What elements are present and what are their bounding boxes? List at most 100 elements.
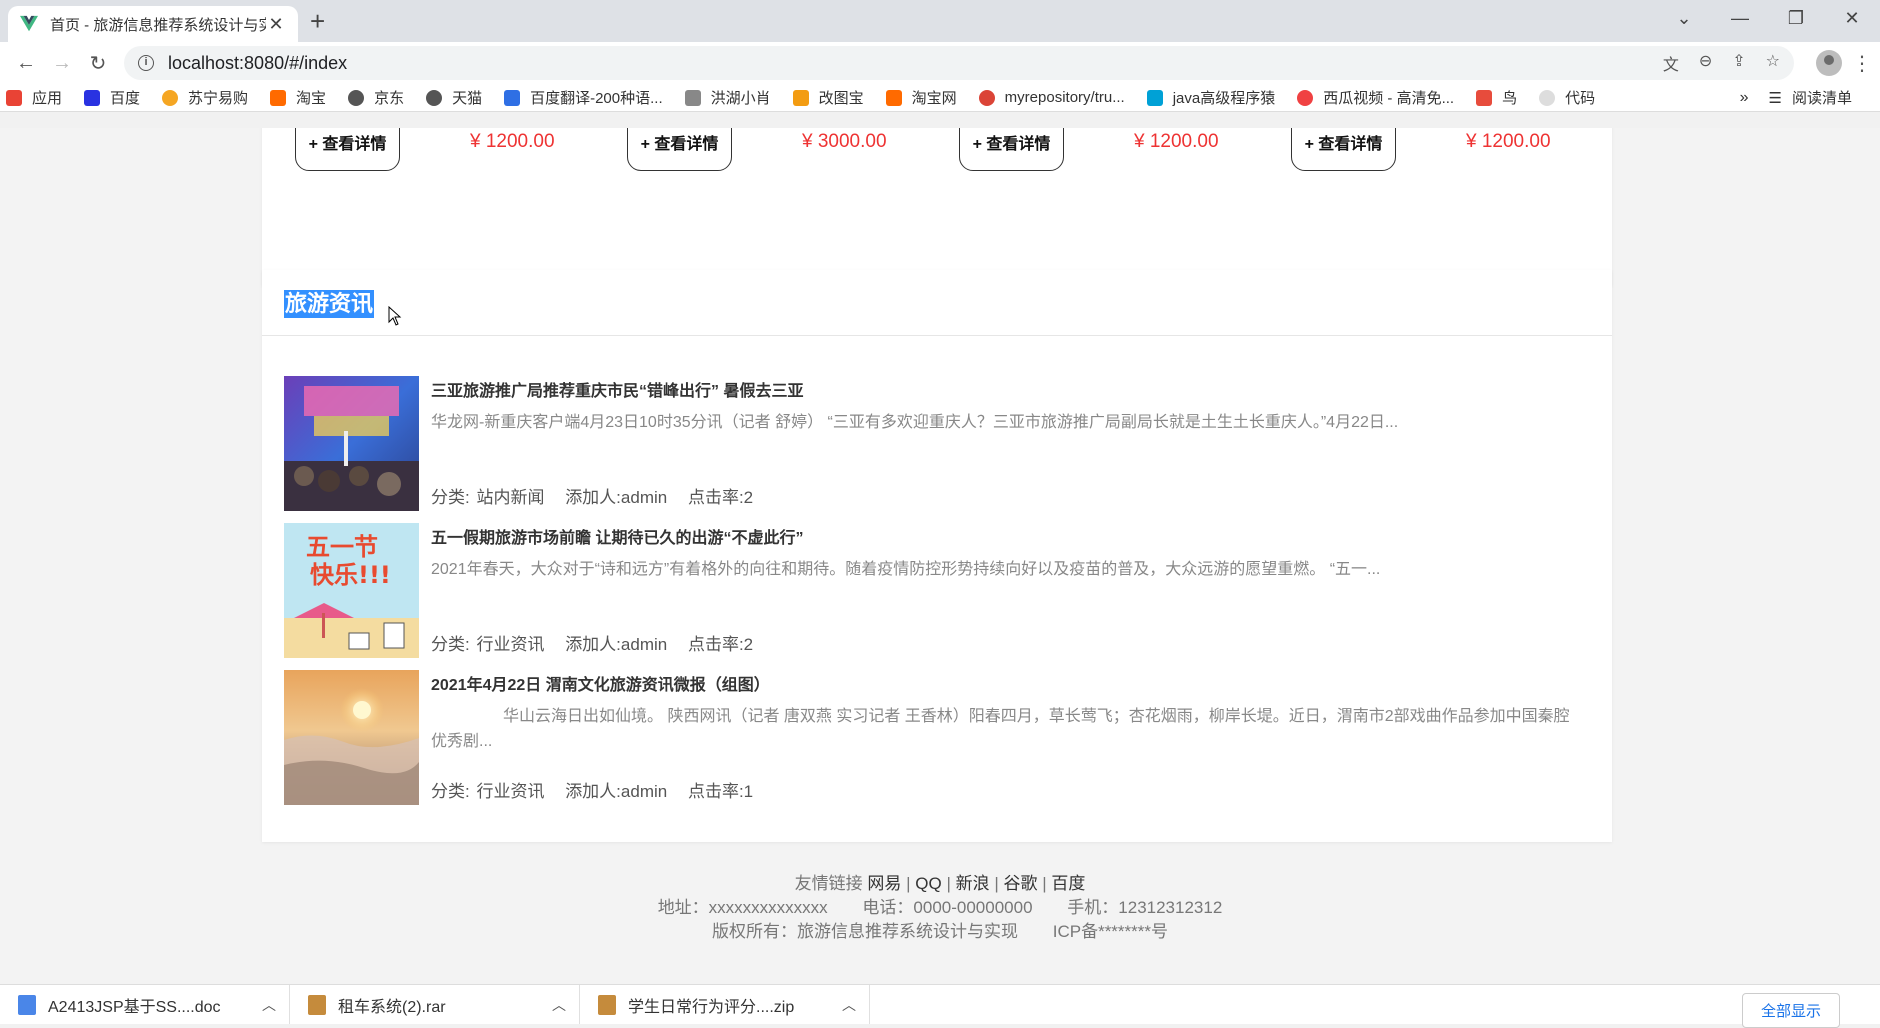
window-controls: ⌄ — ❐ ✕ [1656,0,1880,36]
view-details-button[interactable]: + 查看详情 [959,128,1064,171]
bookmarks-bar: 应用 百度 苏宁易购 淘宝 京东 天猫 百度翻译-200种语... 洪湖小肖 改… [0,84,1880,112]
bookmark-star-icon[interactable]: ☆ [1766,51,1780,75]
contact-info: 地址：xxxxxxxxxxxxxx 电话：0000-00000000 手机：12… [0,896,1880,920]
friend-links-label: 友情链接 [794,874,863,893]
restore-icon[interactable]: ❐ [1768,0,1824,36]
product-item: + 查看详情 ¥ 1200.00 [959,128,1291,171]
reload-icon[interactable]: ↻ [80,51,116,76]
bookmark-item[interactable]: 百度翻译-200种语... [504,87,663,108]
download-name: A2413JSP基于SS....doc [48,998,221,1016]
bookmark-item[interactable]: myrepository/tru... [978,89,1125,106]
back-icon[interactable]: ← [8,52,44,75]
bookmark-item[interactable]: 淘宝 [270,87,326,108]
product-item: + 查看详情 ¥ 1200.00 [295,128,627,171]
site-footer: 友情链接 网易 | QQ | 新浪 | 谷歌 | 百度 地址：xxxxxxxxx… [0,872,1880,944]
bird-icon [1476,89,1493,106]
archive-file-icon [598,994,616,1015]
view-details-button[interactable]: + 查看详情 [1291,128,1396,171]
news-item[interactable]: 五一节 快乐!!! 五一假期旅游市场前瞻 让期待已久的出游“不虚此行” 2021… [284,523,1594,659]
tab-close-icon[interactable]: ✕ [266,14,286,35]
product-item: + 查看详情 ¥ 3000.00 [627,128,959,171]
download-name: 租车系统(2).rar [338,998,446,1016]
bookmark-item[interactable]: 改图宝 [792,87,864,108]
baidu-icon [84,89,101,106]
forward-icon[interactable]: → [44,52,80,75]
profile-avatar[interactable] [1816,50,1842,76]
news-meta: 分类: 行业资讯 添加人:admin 点击率:1 [431,777,767,802]
news-thumbnail[interactable] [284,376,419,511]
download-item[interactable]: 租车系统(2).rar ︿ [290,985,580,1024]
bookmark-item[interactable]: 洪湖小肖 [684,87,771,108]
bookmark-item[interactable]: 天猫 [426,87,482,108]
mouse-cursor-icon [388,306,402,326]
url-input[interactable]: i localhost:8080/#/index 文 ⊖ ⇪ ☆ [124,46,1794,80]
bird-icon [684,89,701,106]
translate-icon[interactable]: 文 [1663,51,1679,75]
bookmark-item[interactable]: 苏宁易购 [162,87,248,108]
bookmark-item[interactable]: 淘宝网 [885,87,957,108]
vue-logo-icon [20,15,38,33]
download-item[interactable]: 学生日常行为评分....zip ︿ [580,985,870,1024]
bookmarks-more-icon[interactable]: » [1740,89,1749,107]
news-card: 旅游资讯 三亚旅游推广局推荐重庆市民“错峰出行” 暑假去三亚 华龙网-新重庆客户… [262,270,1612,842]
bookmark-item[interactable]: 代码 [1539,87,1595,108]
news-title[interactable]: 三亚旅游推广局推荐重庆市民“错峰出行” 暑假去三亚 [431,377,803,401]
download-name: 学生日常行为评分....zip [628,998,795,1016]
news-summary: 华龙网-新重庆客户端4月23日10时35分讯（记者 舒婷） “三亚有多欢迎重庆人… [431,414,1399,431]
view-details-button[interactable]: + 查看详情 [295,128,400,171]
bookmark-item[interactable]: 百度 [84,87,140,108]
friend-link[interactable]: QQ [915,874,941,893]
close-window-icon[interactable]: ✕ [1824,0,1880,36]
chevron-up-icon[interactable]: ︿ [539,995,579,1015]
news-meta: 分类: 行业资讯 添加人:admin 点击率:2 [431,630,767,655]
bookmark-item[interactable]: 鸟 [1476,87,1517,108]
browser-menu-icon[interactable]: ⋮ [1852,51,1872,76]
tab-search-icon[interactable]: ⌄ [1656,0,1712,36]
site-info-icon[interactable]: i [138,55,154,71]
new-tab-button[interactable]: + [310,8,325,34]
friend-link[interactable]: 新浪 [956,874,990,893]
friend-link[interactable]: 谷歌 [1003,874,1037,893]
product-item: + 查看详情 ¥ 1200.00 [1291,128,1623,171]
friend-link[interactable]: 网易 [867,874,901,893]
download-item[interactable]: A2413JSP基于SS....doc ︿ [0,985,290,1024]
chevron-up-icon[interactable]: ︿ [249,995,289,1015]
footer-copyright: 版权所有：旅游信息推荐系统设计与实现 [712,922,1018,941]
folder-icon [1539,89,1556,106]
friend-link[interactable]: 百度 [1051,874,1085,893]
show-all-downloads-button[interactable]: 全部显示 [1741,993,1840,1028]
minimize-icon[interactable]: — [1712,0,1768,36]
globe-icon [348,89,365,106]
page-viewport: + 查看详情 ¥ 1200.00 + 查看详情 ¥ 3000.00 + 查看详情… [0,128,1880,984]
archive-file-icon [308,994,326,1015]
translate-icon [504,89,521,106]
footer-phone: 电话：0000-00000000 [862,898,1033,917]
view-details-button[interactable]: + 查看详情 [627,128,732,171]
address-bar: ← → ↻ i localhost:8080/#/index 文 ⊖ ⇪ ☆ ⋮ [0,42,1880,84]
news-category: 分类: 站内新闻 [431,488,545,507]
bookmark-item[interactable]: 西瓜视频 - 高清免... [1297,87,1454,108]
bookmark-item[interactable]: java高级程序猿 [1146,87,1275,108]
news-summary: 华山云海日出如仙境。 陕西网讯（记者 唐双燕 实习记者 王香林）阳春四月，草长莺… [431,708,1570,750]
product-price: ¥ 1200.00 [1134,130,1219,152]
chevron-up-icon[interactable]: ︿ [829,995,869,1015]
download-bar: A2413JSP基于SS....doc ︿ 租车系统(2).rar ︿ 学生日常… [0,984,1880,1028]
news-thumbnail[interactable] [284,670,419,805]
reading-list[interactable]: ☰ 阅读清单 [1769,87,1852,108]
bookmark-item[interactable]: 应用 [6,87,62,108]
reading-list-icon: ☰ [1768,89,1782,107]
news-item[interactable]: 2021年4月22日 渭南文化旅游资讯微报（组图） 华山云海日出如仙境。 陕西网… [284,670,1594,806]
news-item[interactable]: 三亚旅游推广局推荐重庆市民“错峰出行” 暑假去三亚 华龙网-新重庆客户端4月23… [284,376,1594,512]
share-icon[interactable]: ⇪ [1732,51,1745,75]
news-thumbnail[interactable]: 五一节 快乐!!! [284,523,419,658]
chrome-icon [978,89,995,106]
tab-title: 首页 - 旅游信息推荐系统设计与实 [50,16,266,34]
browser-tab[interactable]: 首页 - 旅游信息推荐系统设计与实 ✕ [8,6,298,42]
friend-links: 友情链接 网易 | QQ | 新浪 | 谷歌 | 百度 [794,874,1086,893]
news-title[interactable]: 五一假期旅游市场前瞻 让期待已久的出游“不虚此行” [431,524,803,548]
news-author: 添加人:admin [565,635,668,654]
news-author: 添加人:admin [565,488,668,507]
bookmark-item[interactable]: 京东 [348,87,404,108]
zoom-icon[interactable]: ⊖ [1699,51,1712,75]
news-title[interactable]: 2021年4月22日 渭南文化旅游资讯微报（组图） [431,671,770,695]
